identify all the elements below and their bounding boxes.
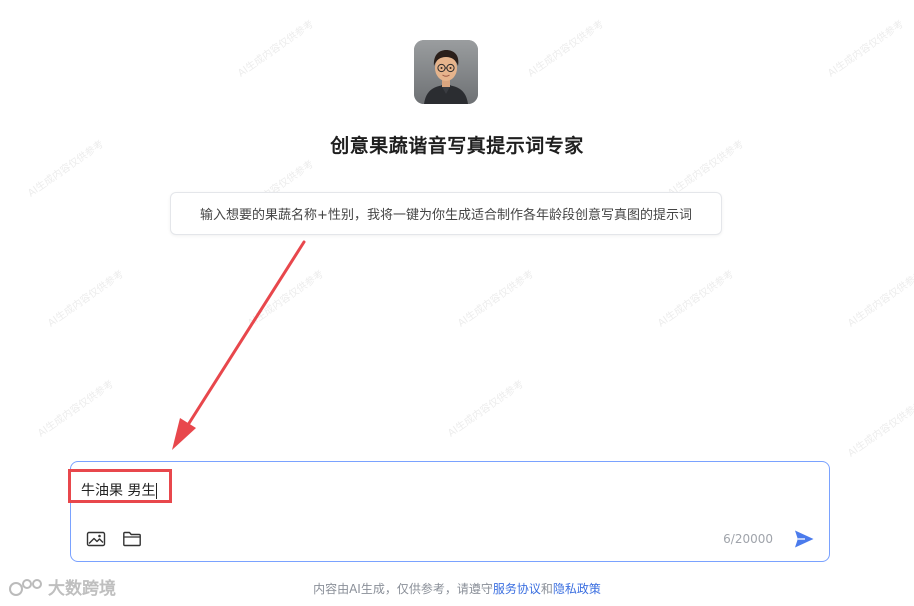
watermark-text: AI生成内容仅供参考: [846, 268, 914, 330]
brand-name: 大数跨境: [48, 579, 116, 599]
watermark-text: AI生成内容仅供参考: [526, 18, 606, 80]
watermark-text: AI生成内容仅供参考: [236, 18, 316, 80]
brand-watermark: 大数跨境: [8, 574, 116, 599]
bot-avatar: [414, 40, 478, 104]
service-agreement-link[interactable]: 服务协议: [493, 582, 541, 596]
footer-prefix: 内容由AI生成，仅供参考，请遵守: [313, 582, 493, 596]
watermark-text: AI生成内容仅供参考: [656, 268, 736, 330]
chat-input-box[interactable]: 牛油果 男生 6/20000: [70, 461, 830, 562]
bot-title: 创意果蔬谐音写真提示词专家: [330, 135, 584, 157]
privacy-policy-link[interactable]: 隐私政策: [553, 582, 601, 596]
brand-logo-icon: [9, 578, 42, 596]
footer-and: 和: [540, 582, 553, 596]
send-button[interactable]: [793, 528, 815, 550]
watermark-text: AI生成内容仅供参考: [456, 268, 536, 330]
watermark-text: AI生成内容仅供参考: [826, 18, 906, 80]
watermark-text: AI生成内容仅供参考: [46, 268, 126, 330]
folder-icon: [123, 531, 141, 547]
bot-description-card: 输入想要的果蔬名称+性别，我将一键为你生成适合制作各年龄段创意写真图的提示词: [170, 192, 722, 235]
annotation-arrow-shaft: [184, 240, 306, 430]
watermark-text: AI生成内容仅供参考: [846, 398, 914, 460]
avatar-portrait-icon: [414, 40, 478, 104]
image-upload-button[interactable]: [86, 530, 106, 548]
footer-disclaimer: 内容由AI生成，仅供参考，请遵守服务协议和隐私政策: [0, 580, 914, 597]
watermark-text: AI生成内容仅供参考: [36, 378, 116, 440]
image-icon: [86, 531, 106, 547]
watermark-text: AI生成内容仅供参考: [446, 378, 526, 440]
bot-description-text: 输入想要的果蔬名称+性别，我将一键为你生成适合制作各年龄段创意写真图的提示词: [200, 208, 692, 223]
page: AI生成内容仅供参考 AI生成内容仅供参考 AI生成内容仅供参考 AI生成内容仅…: [0, 0, 914, 606]
file-upload-button[interactable]: [122, 530, 142, 548]
annotation-highlight-box: [68, 469, 172, 503]
annotation-arrow-head: [172, 418, 196, 450]
watermark-text: AI生成内容仅供参考: [246, 268, 326, 330]
send-icon: [795, 530, 814, 548]
char-counter: 6/20000: [723, 532, 773, 546]
